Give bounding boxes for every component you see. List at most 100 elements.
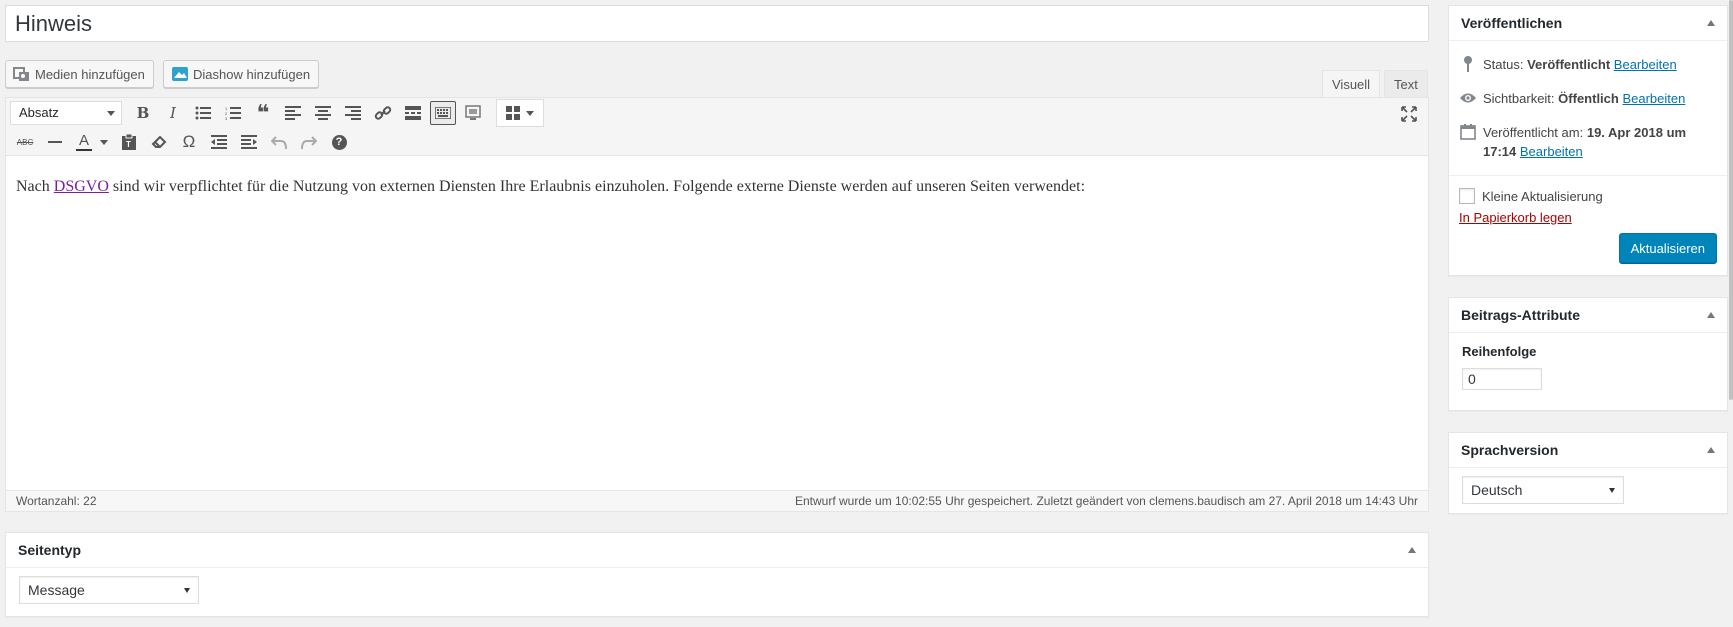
collapse-arrow-icon[interactable] bbox=[1408, 547, 1416, 553]
editor: Absatz B I 123 ❝ ABC A T Ω ? Nach DSGVO … bbox=[5, 97, 1429, 512]
clear-formatting-icon[interactable] bbox=[144, 129, 174, 155]
redo-icon[interactable] bbox=[294, 129, 324, 155]
collapse-arrow-icon[interactable] bbox=[1707, 20, 1715, 26]
publish-box: Veröffentlichen Status: Veröffentlicht B… bbox=[1448, 5, 1728, 276]
status-value: Veröffentlicht bbox=[1527, 57, 1611, 72]
attributes-header[interactable]: Beitrags-Attribute bbox=[1449, 298, 1727, 333]
chevron-down-icon bbox=[1609, 487, 1615, 493]
tab-visual[interactable]: Visuell bbox=[1322, 70, 1381, 97]
edit-visibility-link[interactable]: Bearbeiten bbox=[1622, 91, 1685, 106]
published-date-row: Veröffentlicht am: 19. Apr 2018 um 17:14 … bbox=[1459, 123, 1717, 161]
shortcode-icon[interactable] bbox=[458, 100, 488, 126]
bullet-list-icon[interactable] bbox=[188, 100, 218, 126]
add-media-label: Medien hinzufügen bbox=[35, 66, 145, 82]
language-box: Sprachversion Deutsch bbox=[1448, 432, 1728, 514]
page-builder-button[interactable] bbox=[496, 99, 544, 127]
align-center-icon[interactable] bbox=[308, 100, 338, 126]
eye-icon bbox=[1459, 89, 1477, 107]
indent-icon[interactable] bbox=[234, 129, 264, 155]
editor-content[interactable]: Nach DSGVO sind wir verpflichtet für die… bbox=[6, 156, 1428, 451]
autosave-status: Entwurf wurde um 10:02:55 Uhr gespeicher… bbox=[794, 494, 1418, 508]
dsgvo-link[interactable]: DSGVO bbox=[54, 178, 109, 195]
publish-title: Veröffentlichen bbox=[1461, 15, 1563, 31]
chevron-down-icon bbox=[107, 111, 115, 116]
chevron-down-icon bbox=[184, 587, 190, 593]
post-title-input[interactable]: Hinweis bbox=[5, 5, 1429, 42]
numbered-list-icon[interactable]: 123 bbox=[218, 100, 248, 126]
seitentyp-selected: Message bbox=[28, 582, 85, 598]
add-slideshow-button[interactable]: Diashow hinzufügen bbox=[163, 60, 320, 88]
content-text-before: Nach bbox=[16, 178, 54, 195]
language-selected: Deutsch bbox=[1471, 482, 1523, 498]
content-text-after: sind wir verpflichtet für die Nutzung vo… bbox=[108, 178, 1086, 195]
collapse-arrow-icon[interactable] bbox=[1707, 447, 1715, 453]
read-more-icon[interactable] bbox=[398, 100, 428, 126]
visibility-value: Öffentlich bbox=[1558, 91, 1619, 106]
align-right-icon[interactable] bbox=[338, 100, 368, 126]
trash-link[interactable]: In Papierkorb legen bbox=[1459, 210, 1572, 225]
seitentyp-select[interactable]: Message bbox=[19, 576, 199, 604]
bold-button[interactable]: B bbox=[128, 100, 158, 126]
seitentyp-box: Seitentyp Message bbox=[5, 532, 1429, 617]
editor-status-bar: Wortanzahl: 22 Entwurf wurde um 10:02:55… bbox=[6, 490, 1428, 511]
editor-toolbar: Absatz B I 123 ❝ ABC A T Ω ? bbox=[6, 98, 1428, 156]
visibility-row: Sichtbarkeit: Öffentlich Bearbeiten bbox=[1459, 89, 1717, 108]
published-label: Veröffentlicht am: bbox=[1483, 125, 1584, 140]
add-slideshow-label: Diashow hinzufügen bbox=[193, 66, 311, 82]
strikethrough-button[interactable]: ABC bbox=[10, 129, 40, 155]
help-label: ? bbox=[331, 134, 347, 150]
format-select-value: Absatz bbox=[19, 105, 59, 120]
paste-text-icon[interactable]: T bbox=[114, 129, 144, 155]
outdent-icon[interactable] bbox=[204, 129, 234, 155]
word-count: Wortanzahl: 22 bbox=[16, 494, 97, 508]
tab-text[interactable]: Text bbox=[1384, 70, 1428, 97]
slideshow-icon bbox=[171, 65, 189, 83]
format-select[interactable]: Absatz bbox=[10, 101, 122, 125]
visibility-label: Sichtbarkeit: bbox=[1483, 91, 1555, 106]
special-character-button[interactable]: Ω bbox=[174, 129, 204, 155]
attributes-title: Beitrags-Attribute bbox=[1461, 307, 1581, 323]
text-color-button[interactable]: A bbox=[70, 129, 114, 155]
minor-update-checkbox[interactable] bbox=[1459, 188, 1475, 204]
toolbar-row-2: ABC A T Ω ? bbox=[10, 128, 354, 156]
minor-update-label: Kleine Aktualisierung bbox=[1482, 188, 1603, 204]
status-label: Status: bbox=[1483, 57, 1524, 72]
media-icon bbox=[13, 65, 31, 83]
seitentyp-header[interactable]: Seitentyp bbox=[6, 533, 1428, 568]
calendar-icon bbox=[1459, 123, 1477, 141]
order-label: Reihenfolge bbox=[1462, 344, 1537, 359]
layout-icon bbox=[506, 106, 520, 120]
language-title: Sprachversion bbox=[1461, 442, 1559, 458]
attributes-box: Beitrags-Attribute Reihenfolge 0 bbox=[1448, 297, 1728, 411]
language-select[interactable]: Deutsch bbox=[1462, 476, 1624, 504]
publish-header[interactable]: Veröffentlichen bbox=[1449, 6, 1727, 41]
published-date: 19. Apr 2018 um bbox=[1586, 125, 1687, 140]
help-icon[interactable]: ? bbox=[324, 129, 354, 155]
scrollbar-thumb[interactable] bbox=[1729, 0, 1733, 400]
chevron-down-icon bbox=[100, 139, 108, 145]
status-row: Status: Veröffentlicht Bearbeiten bbox=[1459, 55, 1717, 74]
toolbar-toggle-icon[interactable] bbox=[430, 101, 456, 125]
main-column: Hinweis bbox=[5, 5, 1429, 42]
svg-text:3: 3 bbox=[225, 116, 228, 120]
fullscreen-icon[interactable] bbox=[1398, 103, 1420, 125]
order-input[interactable]: 0 bbox=[1462, 368, 1542, 390]
chevron-down-icon bbox=[526, 110, 534, 116]
pin-icon bbox=[1459, 55, 1477, 73]
edit-date-link[interactable]: Bearbeiten bbox=[1520, 144, 1583, 159]
link-icon[interactable] bbox=[368, 100, 398, 126]
text-color-label: A bbox=[78, 131, 89, 149]
toolbar-row-1: Absatz B I 123 ❝ bbox=[10, 99, 544, 127]
collapse-arrow-icon[interactable] bbox=[1707, 312, 1715, 318]
seitentyp-title: Seitentyp bbox=[18, 542, 82, 558]
edit-status-link[interactable]: Bearbeiten bbox=[1614, 57, 1677, 72]
add-media-button[interactable]: Medien hinzufügen bbox=[5, 60, 154, 88]
undo-icon[interactable] bbox=[264, 129, 294, 155]
blockquote-icon[interactable]: ❝ bbox=[248, 100, 278, 126]
language-header[interactable]: Sprachversion bbox=[1449, 433, 1727, 468]
italic-button[interactable]: I bbox=[158, 100, 188, 126]
horizontal-line-icon[interactable] bbox=[40, 129, 70, 155]
update-button[interactable]: Aktualisieren bbox=[1618, 233, 1717, 263]
align-left-icon[interactable] bbox=[278, 100, 308, 126]
svg-text:T: T bbox=[126, 140, 131, 149]
